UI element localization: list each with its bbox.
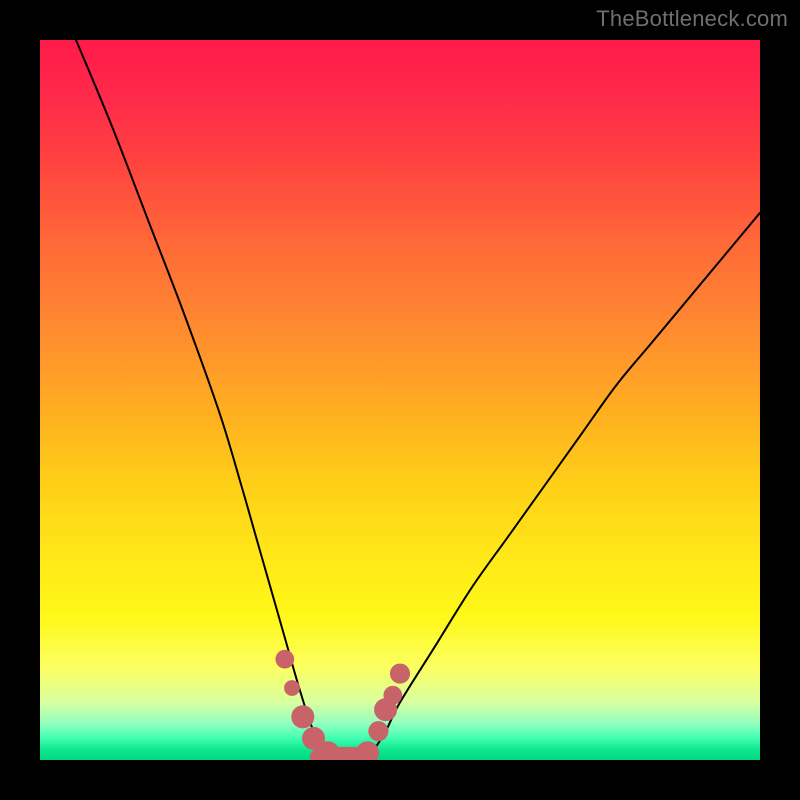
- watermark-text: TheBottleneck.com: [596, 6, 788, 32]
- marker-dot: [356, 741, 379, 760]
- marker-dot: [368, 721, 388, 741]
- marker-dot: [284, 680, 300, 696]
- marker-dot: [275, 650, 294, 669]
- chart-svg: [40, 40, 760, 760]
- marker-dot: [390, 664, 410, 684]
- plot-area: [40, 40, 760, 760]
- marker-dot: [383, 686, 402, 705]
- outer-frame: TheBottleneck.com: [0, 0, 800, 800]
- bottleneck-curve: [76, 40, 760, 760]
- marker-dot: [291, 705, 314, 728]
- markers-group: [275, 650, 410, 760]
